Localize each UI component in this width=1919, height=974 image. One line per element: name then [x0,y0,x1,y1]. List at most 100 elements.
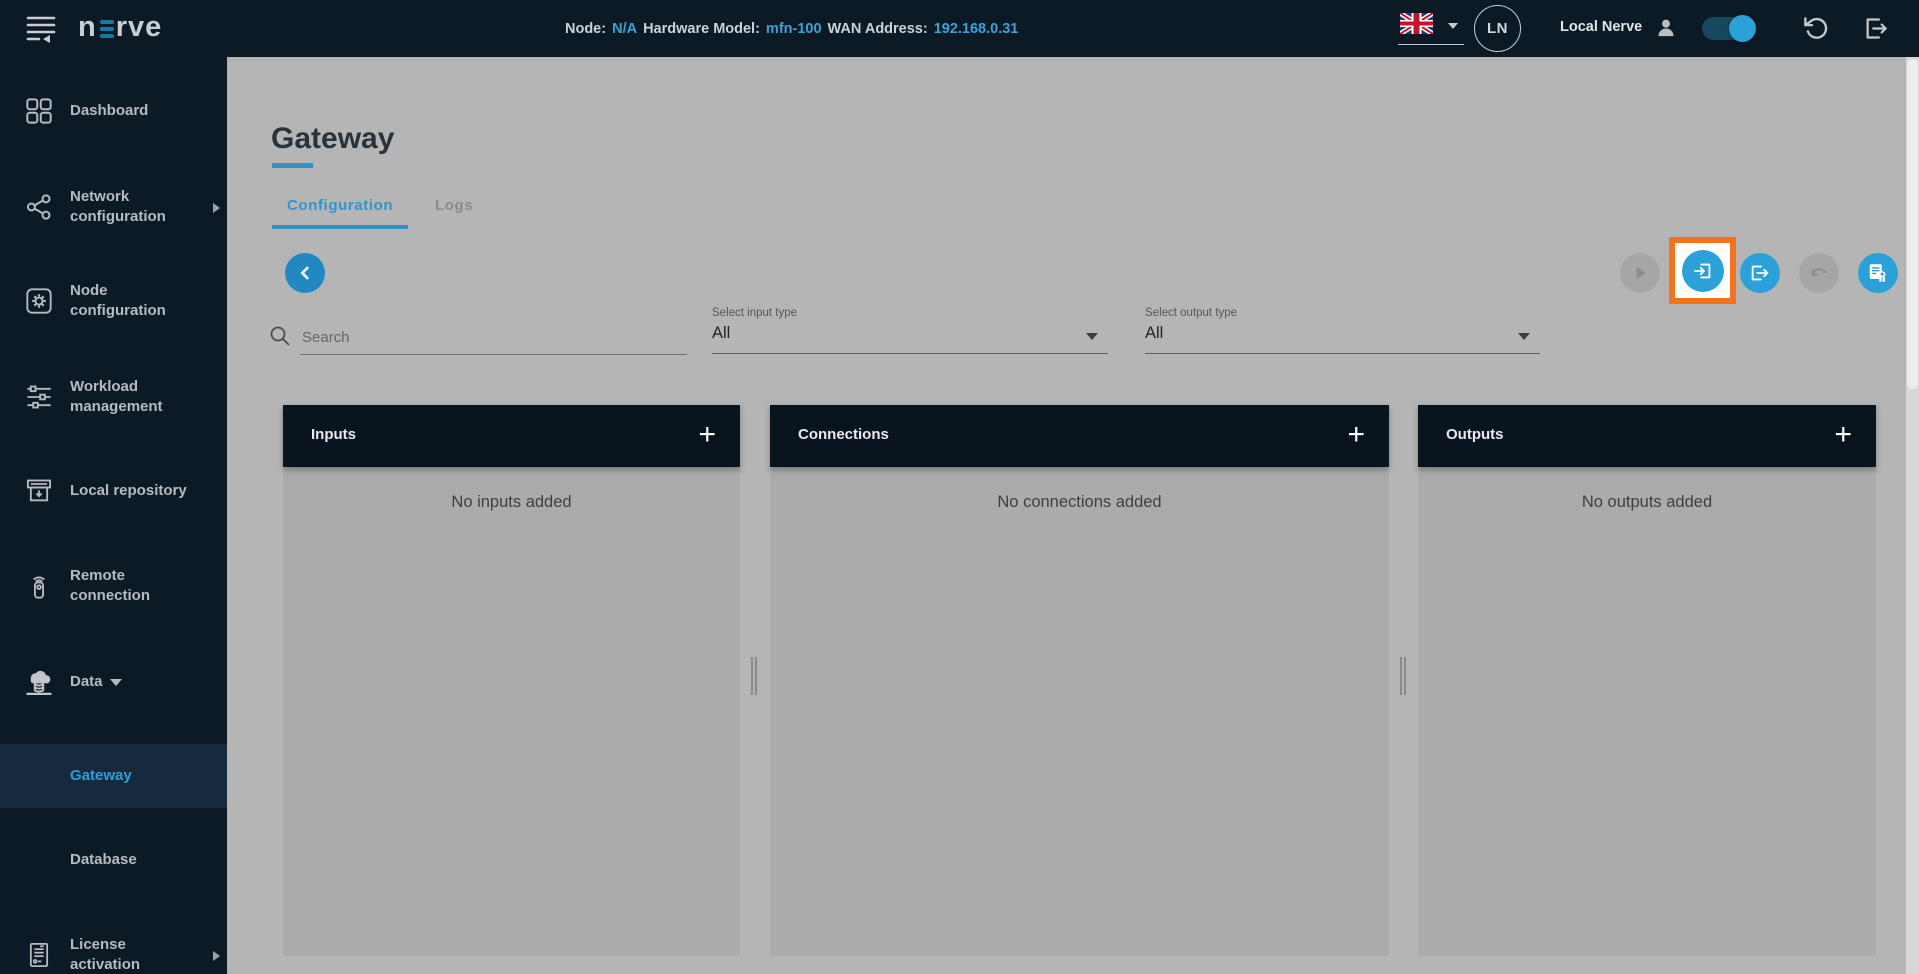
language-selector[interactable] [1398,10,1464,45]
panel-resize-handle[interactable] [751,657,758,695]
user-profile-button[interactable] [1653,15,1679,46]
sidebar: Dashboard Network configuration N [0,57,227,974]
search-icon [268,324,292,348]
sidebar-item-network-configuration[interactable]: Network configuration [0,175,227,239]
panel-resize-handle[interactable] [1400,657,1407,695]
undo-icon [1808,262,1830,284]
sidebar-item-label: Workload management [70,377,194,417]
sidebar-item-label: License activation [70,935,194,974]
caret-down-icon [110,679,122,686]
hamburger-icon [26,15,58,43]
search-input[interactable] [300,320,687,355]
scrollbar-thumb[interactable] [1907,59,1918,389]
sidebar-item-remote-connection[interactable]: Remote connection [0,554,227,618]
node-info: Node: N/A Hardware Model: mfn-100 WAN Ad… [565,0,1018,57]
empty-state-message: No inputs added [283,493,740,512]
sidebar-item-label: Gateway [70,766,200,786]
sidebar-item-label: Database [70,850,200,870]
active-tab-underline [272,225,408,229]
approve-deploy-button[interactable] [1858,253,1898,293]
page-title: Gateway [271,122,394,156]
app-window: n rve Node: N/A Hardware Model: mfn-100 … [0,0,1919,974]
logout-icon [1862,15,1889,42]
sidebar-item-gateway[interactable]: Gateway [0,744,227,808]
sidebar-item-label: Node configuration [70,281,194,321]
search-field [266,320,686,354]
title-underline [272,163,313,168]
back-button[interactable] [285,253,325,293]
sidebar-item-license-activation[interactable]: License activation [0,923,227,974]
tab-logs[interactable]: Logs [435,197,473,214]
undo-button-disabled[interactable] [1799,253,1839,293]
hardware-model-label: Hardware Model: [643,21,760,37]
logout-button[interactable] [1862,15,1889,47]
add-output-button[interactable]: + [1834,415,1852,455]
sidebar-item-label: Local repository [70,481,194,501]
sidebar-item-data[interactable]: Data [0,650,227,714]
sidebar-item-node-configuration[interactable]: Node configuration [0,269,227,333]
hardware-model-value: mfn-100 [766,21,822,37]
add-input-button[interactable]: + [698,415,716,455]
output-type-value: All [1145,324,1163,343]
logo-text-suffix: rve [116,11,163,44]
sidebar-item-dashboard[interactable]: Dashboard [0,79,227,143]
export-button[interactable] [1740,253,1780,293]
uk-flag-icon [1400,13,1433,34]
nerve-logo: n rve [78,11,162,44]
toggle-knob [1729,15,1756,42]
empty-state-message: No connections added [770,493,1389,512]
network-icon [25,193,53,221]
caret-down-icon [1518,333,1530,340]
workload-sliders-icon [25,383,53,411]
logo-text-prefix: n [78,11,97,44]
chevron-right-icon [213,203,220,213]
avatar: LN [1474,5,1521,52]
node-configuration-icon [25,287,53,315]
sidebar-item-label: Network configuration [70,187,194,227]
session-toggle[interactable] [1702,17,1754,40]
person-icon [1653,15,1679,41]
import-button[interactable] [1682,250,1724,292]
restart-icon [1802,15,1829,42]
sidebar-item-local-repository[interactable]: Local repository [0,459,227,523]
sidebar-item-database[interactable]: Database [0,828,227,892]
logo-e-bars-icon [100,20,114,38]
chevron-left-icon [294,262,316,284]
repository-icon [25,477,53,505]
topbar: n rve Node: N/A Hardware Model: mfn-100 … [0,0,1919,57]
add-connection-button[interactable]: + [1347,415,1365,455]
empty-state-message: No outputs added [1418,493,1876,512]
user-name: Local Nerve [1560,19,1642,35]
sidebar-item-workload-management[interactable]: Workload management [0,365,227,429]
output-type-label: Select output type [1145,307,1237,319]
output-type-select[interactable]: Select output type All [1145,305,1540,354]
panel-outputs-header: Outputs + [1418,405,1876,467]
input-type-select[interactable]: Select input type All [712,305,1108,354]
remote-connection-icon [25,572,53,600]
panel-connections-header: Connections + [770,405,1389,467]
highlight-annotation [1669,237,1736,304]
panel-title: Outputs [1446,426,1504,443]
sidebar-item-label: Data [70,672,103,692]
apply-button-disabled[interactable] [1620,253,1660,293]
play-icon [1630,263,1650,283]
chevron-right-icon [213,951,220,961]
panel-title: Connections [798,426,889,443]
panel-connections: Connections + No connections added [770,405,1389,956]
vertical-scrollbar[interactable] [1906,57,1919,974]
wan-address-value: 192.168.0.31 [934,21,1019,37]
license-icon [25,941,53,969]
sidebar-item-label: Remote connection [70,566,194,606]
avatar-initials: LN [1487,20,1508,37]
restart-button[interactable] [1802,15,1829,47]
wan-address-label: WAN Address: [828,21,928,37]
node-label: Node: [565,21,606,37]
panel-outputs: Outputs + No outputs added [1418,405,1876,956]
tab-configuration[interactable]: Configuration [287,197,393,214]
caret-down-icon [1086,333,1098,340]
dashboard-icon [25,97,53,125]
input-type-value: All [712,324,730,343]
panel-inputs: Inputs + No inputs added [283,405,740,956]
data-cloud-icon [24,667,54,697]
sidebar-collapse-button[interactable] [26,15,58,43]
